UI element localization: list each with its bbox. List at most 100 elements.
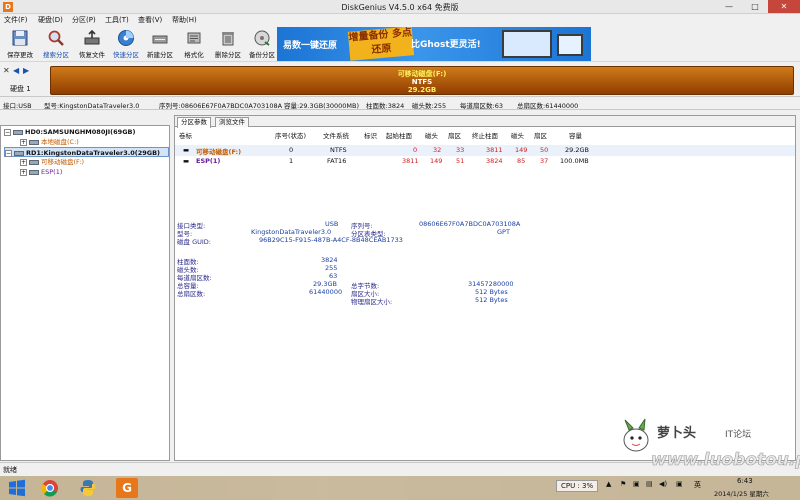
detail-guid-value: 96B29C15-F915-487B-A4CF-8B48CEAB1733: [259, 236, 403, 244]
next-disk-icon[interactable]: ▶: [23, 66, 29, 75]
banner-text-3: 比Ghost更灵活!: [411, 40, 481, 50]
menu-file[interactable]: 文件(F): [4, 15, 28, 25]
flag-icon[interactable]: ⚑: [620, 480, 626, 488]
monitor-icon[interactable]: ▣: [633, 480, 640, 488]
col-header-fs: 文件系统: [323, 132, 349, 140]
prev-disk-icon[interactable]: ◀: [13, 66, 19, 75]
hard-disk-icon: [13, 129, 23, 135]
quick-partition-label: 快速分区: [113, 51, 139, 59]
drive-icon: ▬: [183, 157, 190, 165]
expand-icon[interactable]: +: [20, 158, 27, 166]
disk-interface: 接口:USB: [3, 102, 32, 110]
recover-files-button[interactable]: 恢复文件: [75, 28, 109, 60]
menu-partition[interactable]: 分区(P): [72, 15, 96, 25]
ad-banner[interactable]: 易数一键还原 增量备份 多点还原 比Ghost更灵活!: [277, 27, 591, 61]
tab-bar: 分区参数 浏览文件: [175, 116, 795, 128]
tab-browse-files[interactable]: 浏览文件: [215, 117, 249, 127]
disk-model: 型号:KingstonDataTraveler3.0: [44, 102, 140, 110]
network-icon[interactable]: ▤: [646, 480, 653, 488]
banner-tablet-image: [557, 34, 583, 56]
detail-ts-value: 61440000: [309, 288, 343, 296]
table-row[interactable]: ▬ 可移动磁盘(F:) 0 NTFS 0 32 33 3811 149 50 2…: [175, 145, 795, 156]
detail-interface-value: USB: [325, 220, 339, 228]
detail-pt-value: GPT: [497, 228, 510, 236]
partition-icon: [29, 139, 39, 145]
menu-view[interactable]: 查看(V): [138, 15, 162, 25]
cpu-indicator[interactable]: CPU : 3%: [556, 480, 599, 492]
detail-model-value: KingstonDataTraveler3.0: [251, 228, 332, 236]
disk-serial: 序列号:08606E67F0A7BDC0A703108A: [159, 102, 283, 110]
delete-partition-button[interactable]: 删除分区: [211, 28, 245, 60]
detail-bytes-value: 31457280000: [468, 280, 514, 288]
col-header-start-sec: 扇区: [448, 132, 461, 140]
disk-label: 硬盘 1: [10, 85, 31, 93]
partition-icon: [29, 169, 39, 175]
drive-icon: ▬: [183, 146, 190, 154]
collapse-icon[interactable]: −: [4, 128, 11, 136]
tree-item-local-c[interactable]: + 本地磁盘(C:): [20, 137, 79, 147]
minimize-button[interactable]: —: [716, 0, 742, 13]
app-window: D DiskGenius V4.5.0 x64 免费版 — □ ✕ 文件(F) …: [0, 0, 800, 476]
input-method-icon[interactable]: ▣: [676, 480, 683, 488]
windows-start-icon[interactable]: [6, 478, 28, 498]
partition-block-size: 29.2GB: [407, 86, 437, 94]
disk-info-line: 接口:USB 型号:KingstonDataTraveler3.0 序列号:08…: [0, 98, 800, 110]
format-icon: [187, 32, 201, 44]
chrome-icon[interactable]: [40, 478, 62, 498]
tree-item-esp[interactable]: + ESP(1): [20, 167, 62, 177]
language-indicator[interactable]: 英: [694, 480, 701, 490]
disk-tree: − HD0:SAMSUNGHM080JI(69GB) + 本地磁盘(C:) − RD1…: [0, 125, 170, 461]
new-partition-label: 新建分区: [147, 51, 173, 59]
collapse-icon[interactable]: ✕: [3, 66, 10, 75]
watermark-brand: 萝卜头: [657, 426, 697, 441]
disk-total-sectors: 总扇区数:61440000: [517, 102, 579, 110]
recover-label: 恢复文件: [79, 51, 105, 59]
format-button[interactable]: 格式化: [177, 28, 211, 60]
new-partition-icon: [152, 35, 168, 44]
watermark-url: www.luobotou.pw: [651, 450, 800, 471]
tab-partition-params[interactable]: 分区参数: [177, 117, 211, 128]
table-row[interactable]: ▬ ESP(1) 1 FAT16 3811 149 51 3824 85 37 …: [175, 156, 795, 167]
tree-item-hd0[interactable]: − HD0:SAMSUNGHM080JI(69GB): [4, 127, 135, 137]
menu-tools[interactable]: 工具(T): [105, 15, 129, 25]
expand-icon[interactable]: +: [20, 138, 27, 146]
save-label: 保存更改: [7, 51, 33, 59]
tree-item-removable-f[interactable]: + 可移动磁盘(F:): [20, 157, 84, 167]
collapse-icon[interactable]: −: [5, 149, 12, 157]
disk-map-bar: ✕ ◀ ▶ 硬盘 1 可移动磁盘(F:) NTFS 29.2GB: [0, 63, 800, 97]
tray-expand-icon[interactable]: ▲: [606, 480, 611, 488]
search-partition-button[interactable]: 搜索分区: [39, 28, 73, 60]
search-label: 搜索分区: [43, 51, 69, 59]
banner-text-1: 易数一键还原: [283, 41, 338, 51]
maximize-button[interactable]: □: [742, 0, 768, 13]
backup-partition-button[interactable]: 备份分区: [245, 28, 279, 60]
col-header-end-head: 磁头: [511, 132, 524, 140]
recover-icon: [84, 29, 100, 45]
quick-partition-button[interactable]: 快速分区: [109, 28, 143, 60]
diskgenius-taskbar-icon[interactable]: G: [116, 478, 138, 498]
clock-date[interactable]: 2014/1/25 星期六: [714, 488, 769, 498]
save-button[interactable]: 保存更改: [3, 28, 37, 60]
window-title: DiskGenius V4.5.0 x64 免费版: [341, 3, 459, 12]
tree-item-rd1[interactable]: − RD1:KingstonDataTraveler3.0(29GB): [4, 147, 169, 157]
backup-icon: [254, 30, 270, 46]
col-header-start-head: 磁头: [425, 132, 438, 140]
partition-block-fs: NTFS: [411, 78, 433, 86]
partition-block[interactable]: 可移动磁盘(F:) NTFS 29.2GB: [50, 66, 794, 95]
detail-guid-label: 磁盘 GUID:: [177, 238, 211, 246]
menu-disk[interactable]: 硬盘(D): [38, 15, 63, 25]
new-partition-button[interactable]: 新建分区: [143, 28, 177, 60]
detail-heads-value: 255: [325, 264, 338, 272]
right-panel: 分区参数 浏览文件 卷标 序号(状态) 文件系统 标识 起始柱面 磁头 扇区 终…: [174, 115, 796, 461]
partition-block-name: 可移动磁盘(F:): [397, 70, 447, 78]
volume-icon[interactable]: ◀): [659, 480, 667, 488]
menu-help[interactable]: 帮助(H): [172, 15, 197, 25]
col-header-index: 序号(状态): [275, 132, 307, 140]
expand-icon[interactable]: +: [20, 168, 27, 176]
detail-spt-value: 63: [329, 272, 338, 280]
backup-label: 备份分区: [249, 51, 275, 59]
delete-label: 删除分区: [215, 51, 241, 59]
detail-pss-value: 512 Bytes: [475, 296, 508, 304]
close-button[interactable]: ✕: [768, 0, 800, 13]
python-icon[interactable]: [78, 478, 100, 498]
